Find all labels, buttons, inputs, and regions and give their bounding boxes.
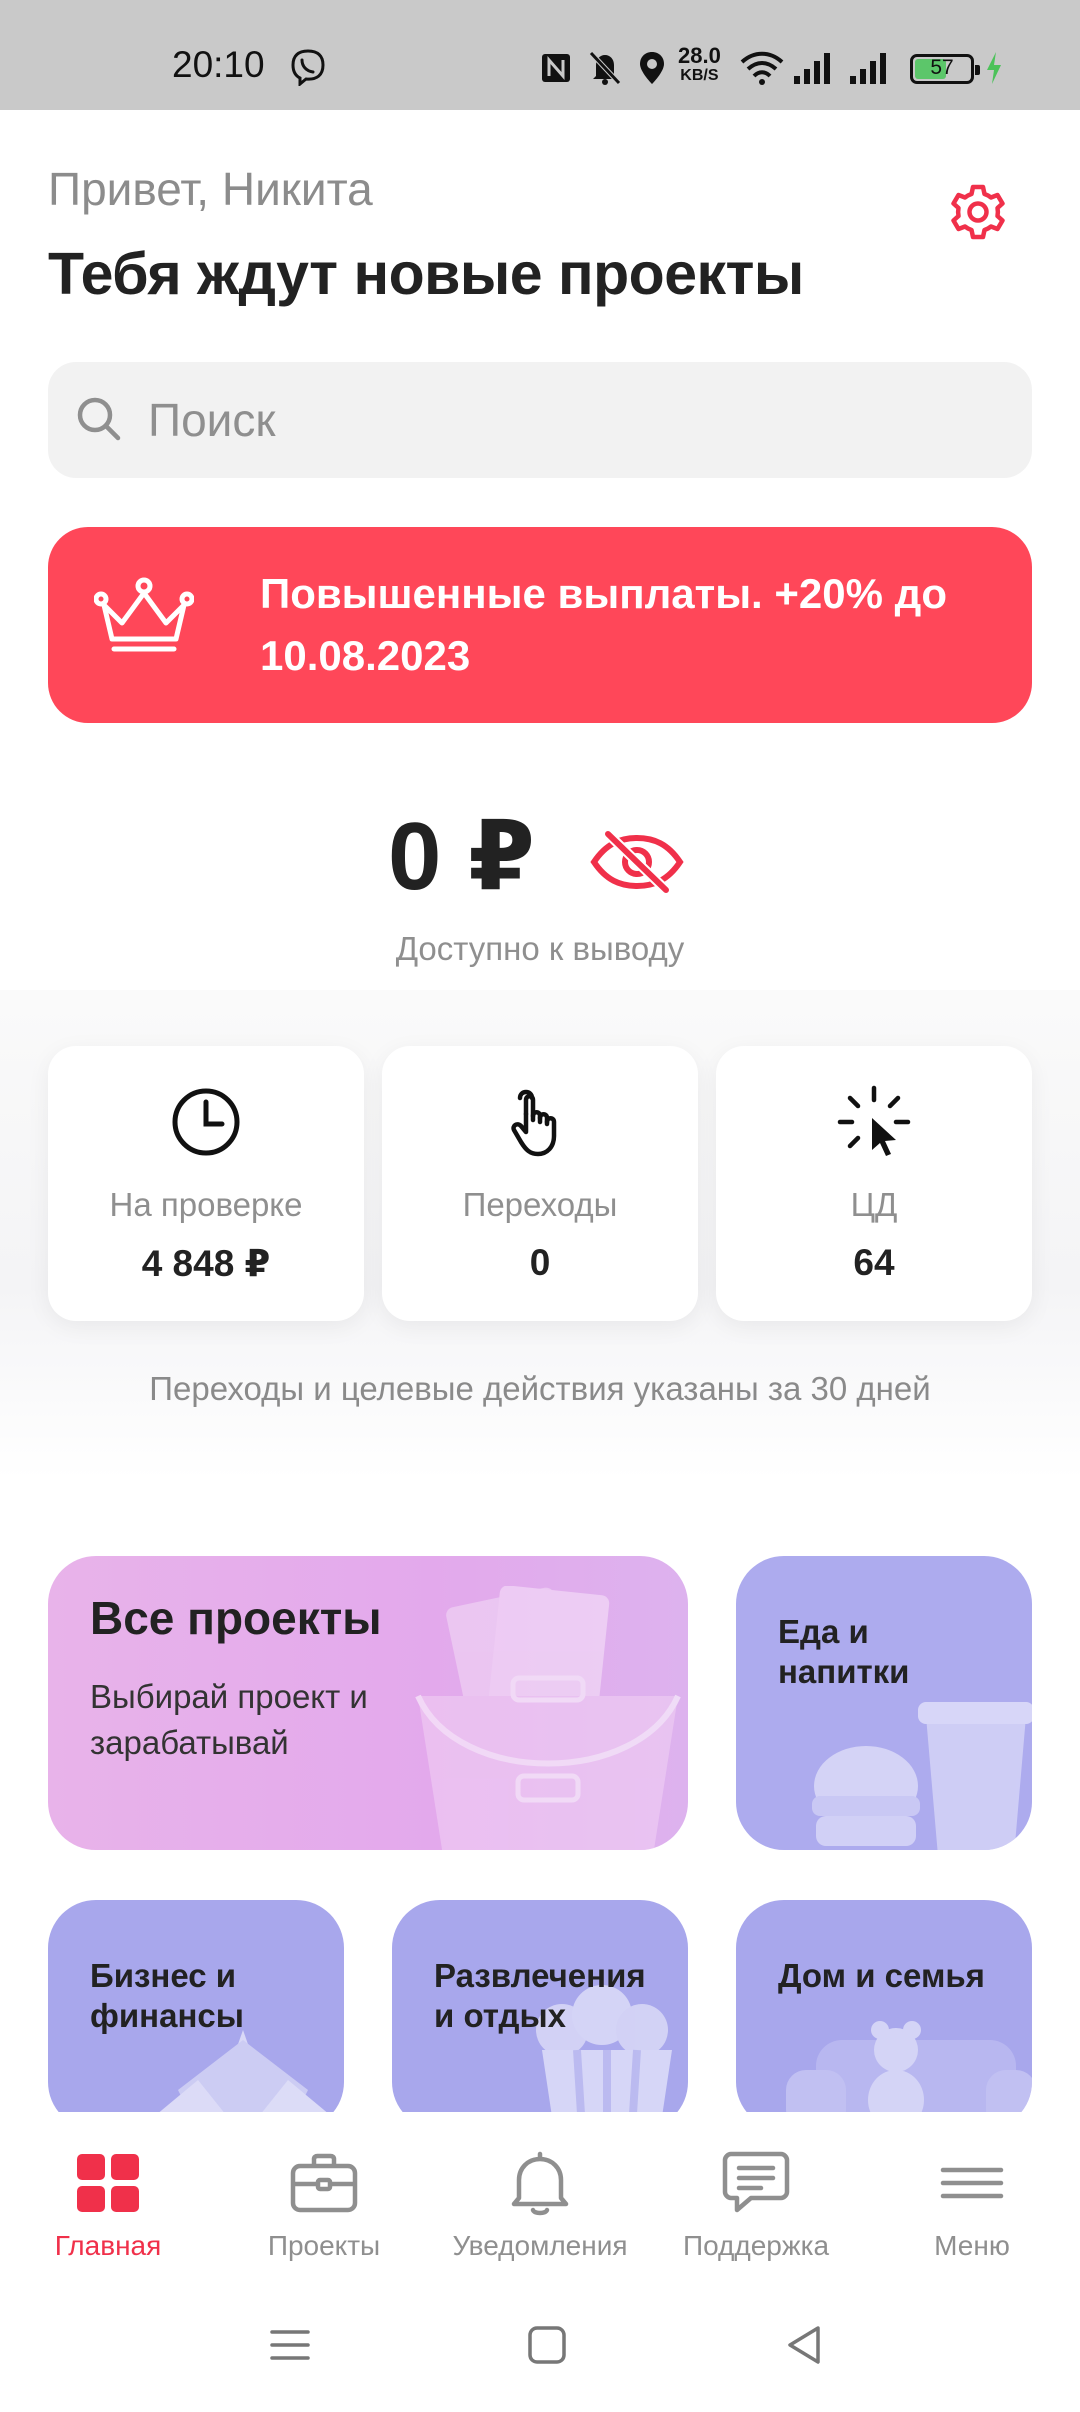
category-business[interactable]: Бизнес и финансы (48, 1900, 344, 2130)
network-speed-unit: KB/S (680, 67, 719, 84)
nav-label: Главная (54, 2230, 162, 2261)
signal-icon (850, 53, 886, 84)
category-title: Бизнес и финансы (90, 1957, 244, 2034)
category-title: Все проекты (90, 1592, 382, 1644)
system-nav-bar (0, 2280, 1080, 2412)
eye-off-icon[interactable] (590, 830, 684, 894)
greeting: Привет, Никита (48, 163, 373, 215)
crown-icon (94, 577, 194, 652)
balance-amount: 0 ₽ (388, 803, 535, 910)
nav-item-menu[interactable]: Меню (864, 2112, 1080, 2280)
search-input[interactable] (148, 390, 968, 450)
wifi-icon (740, 51, 784, 85)
category-title: Развлечения и отдых (434, 1957, 646, 2034)
stat-value: 0 (529, 1242, 551, 1283)
promo-text: Повышенные выплаты. +20% до 10.08.2023 (260, 570, 947, 679)
stats-note: Переходы и целевые действия указаны за 3… (149, 1370, 931, 1407)
category-title: Дом и семья (778, 1957, 985, 1994)
food-illustration (812, 1702, 1032, 1850)
bottom-nav: Главная Проекты Уведомления Поддержка Ме… (0, 2112, 1080, 2280)
stat-label: Переходы (462, 1186, 618, 1223)
category-food[interactable]: Еда и напитки (736, 1556, 1032, 1850)
clock-icon (172, 1088, 240, 1156)
nav-label: Уведомления (452, 2230, 628, 2261)
briefcase-icon (290, 2153, 358, 2213)
stat-value: 4 848 ₽ (141, 1243, 271, 1284)
search-bar[interactable] (48, 362, 1032, 478)
back-button-icon[interactable] (782, 2320, 826, 2370)
status-bar: 20:10 28.0 KB/S 57 (0, 0, 1080, 110)
nav-label: Поддержка (682, 2230, 830, 2261)
category-home[interactable]: Дом и семья (736, 1900, 1032, 2130)
network-speed: 28.0 KB/S (678, 43, 721, 86)
viber-icon (291, 49, 325, 86)
nav-label: Меню (934, 2230, 1010, 2261)
nfc-icon (542, 54, 570, 82)
status-time: 20:10 (172, 44, 265, 85)
stat-card-actions[interactable]: ЦД 64 (716, 1046, 1032, 1321)
briefcase-illustration (415, 1586, 681, 1850)
tap-hand-icon (511, 1089, 557, 1157)
mute-icon (589, 51, 621, 85)
home-button-icon[interactable] (525, 2320, 569, 2370)
stat-label: На проверке (109, 1186, 303, 1223)
stat-label: ЦД (850, 1186, 898, 1223)
menu-icon (940, 2167, 1004, 2199)
stat-card-clicks[interactable]: Переходы 0 (382, 1046, 698, 1321)
category-title: Еда и напитки (778, 1613, 910, 1690)
recent-apps-icon[interactable] (268, 2320, 312, 2370)
chat-icon (722, 2151, 790, 2213)
stat-card-review[interactable]: На проверке 4 848 ₽ (48, 1046, 364, 1321)
battery-level: 57 (930, 56, 954, 79)
network-speed-value: 28.0 (678, 43, 721, 68)
signal-icon (794, 53, 830, 84)
nav-item-notifications[interactable]: Уведомления (432, 2112, 648, 2280)
category-all-projects[interactable]: Все проекты Выбирай проект и зарабатывай (48, 1556, 688, 1850)
search-icon (77, 397, 121, 441)
charging-icon (987, 52, 1001, 84)
nav-item-projects[interactable]: Проекты (216, 2112, 432, 2280)
category-entertainment[interactable]: Развлечения и отдых (392, 1900, 688, 2130)
stat-value: 64 (853, 1242, 895, 1283)
nav-item-home[interactable]: Главная (0, 2112, 216, 2280)
location-icon (640, 52, 664, 84)
nav-label: Проекты (267, 2230, 381, 2261)
bell-icon (511, 2151, 569, 2216)
battery-icon: 57 (910, 54, 980, 84)
promo-banner[interactable]: Повышенные выплаты. +20% до 10.08.2023 (48, 527, 1032, 723)
teddy-sofa-illustration (786, 2021, 1032, 2130)
balance-caption: Доступно к выводу (395, 930, 685, 967)
nav-item-support[interactable]: Поддержка (648, 2112, 864, 2280)
click-cursor-icon (837, 1085, 911, 1156)
gear-icon[interactable] (946, 180, 1010, 244)
grid-icon (77, 2154, 139, 2212)
page-title: Тебя ждут новые проекты (48, 241, 804, 307)
category-subtitle: Выбирай проект и зарабатывай (90, 1678, 368, 1761)
